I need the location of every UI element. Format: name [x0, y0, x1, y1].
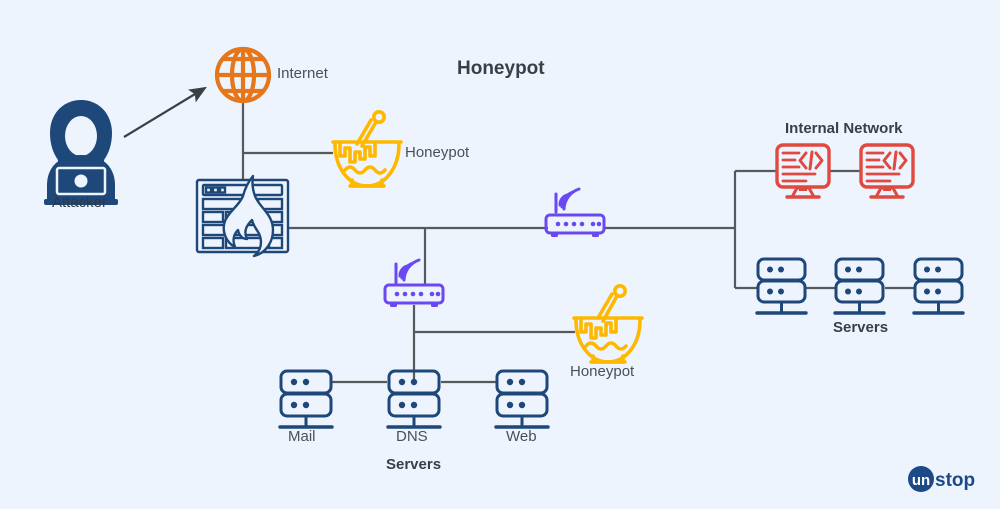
unstop-logo[interactable]: un stop	[908, 466, 994, 492]
node-label-internet: Internet	[277, 65, 328, 82]
node-label-server-web: Web	[506, 428, 537, 445]
honeypot-icon	[331, 110, 403, 188]
node-label-server-mail: Mail	[288, 428, 316, 445]
server-icon	[494, 369, 550, 429]
logo-word-text: stop	[935, 470, 975, 491]
group-label-servers-dmz: Servers	[386, 456, 442, 473]
hacker-icon	[44, 100, 118, 205]
router-icon	[383, 258, 445, 307]
node-label-honeypot-bottom: Honeypot	[570, 363, 635, 380]
logo-mark-text: un	[912, 472, 930, 489]
firewall-icon	[195, 174, 290, 258]
honeypot-icon	[572, 283, 644, 364]
monitor-code-icon	[859, 143, 915, 199]
router-icon	[544, 187, 606, 237]
server-icon	[912, 257, 965, 315]
node-label-honeypot-top: Honeypot	[405, 144, 470, 161]
server-icon	[386, 369, 442, 429]
group-label-internal-network: Internal Network	[785, 120, 903, 137]
server-icon	[833, 257, 886, 315]
node-label-attacker: Attacker	[52, 194, 108, 211]
edge-attacker-internet-arrow	[123, 86, 207, 138]
group-label-servers-internal: Servers	[833, 319, 889, 336]
server-icon	[755, 257, 808, 315]
monitor-code-icon	[775, 143, 831, 199]
node-label-server-dns: DNS	[396, 428, 428, 445]
server-icon	[278, 369, 334, 429]
page-title: Honeypot	[457, 58, 545, 79]
globe-icon	[214, 46, 272, 104]
